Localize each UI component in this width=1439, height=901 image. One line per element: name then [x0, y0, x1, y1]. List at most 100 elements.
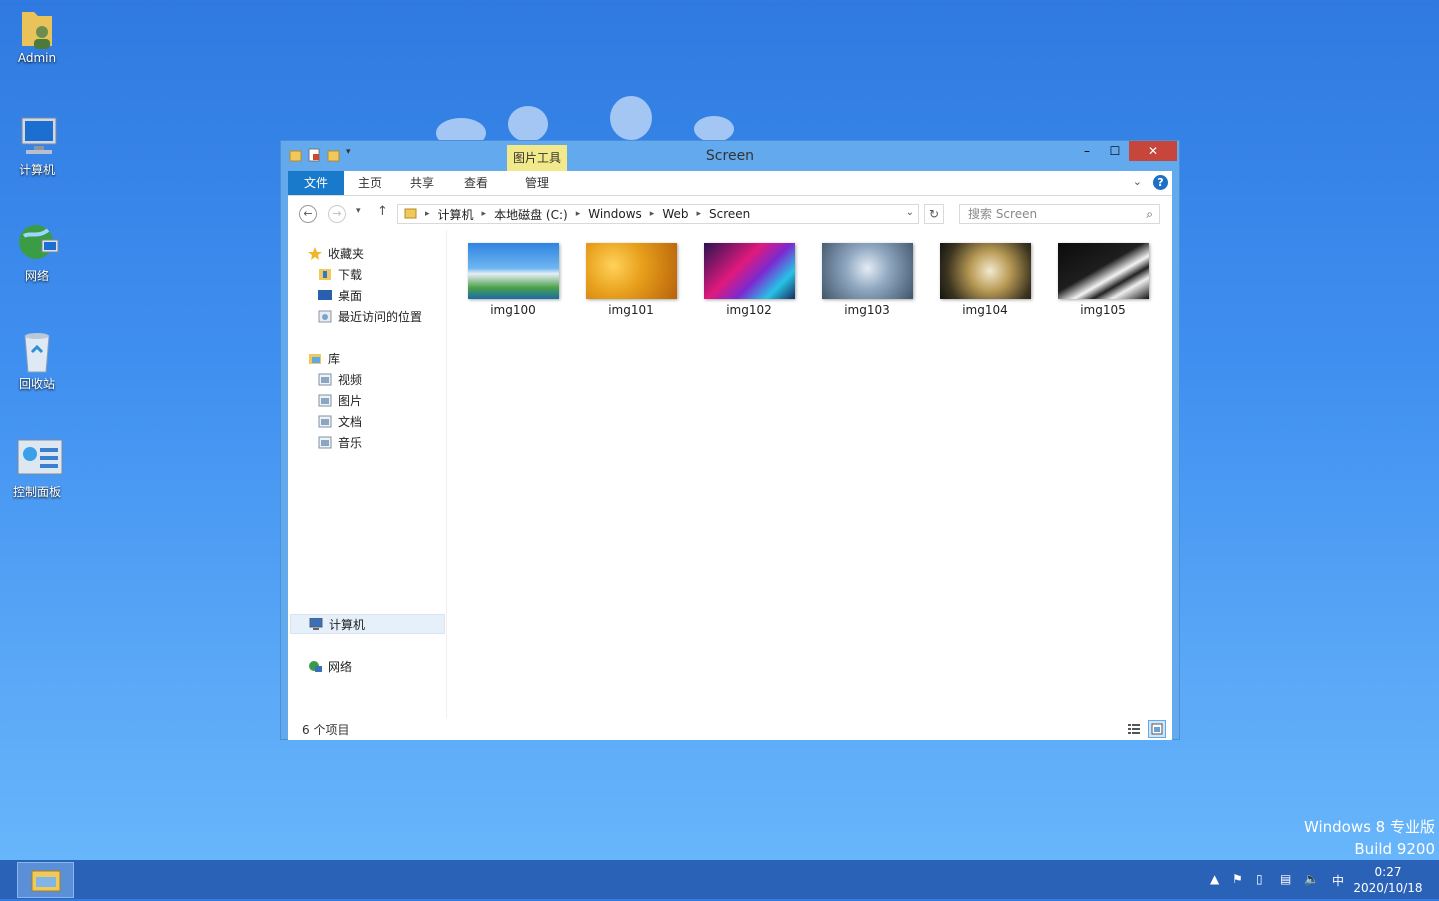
- file-item-img104[interactable]: img104: [935, 243, 1035, 317]
- chevron-down-icon[interactable]: ⌄: [906, 207, 914, 218]
- image-thumbnail: [703, 243, 795, 299]
- ribbon-tabs: 文件 主页 共享 查看 管理 ⌄ ?: [288, 171, 1172, 196]
- desktop-icon-recycle-bin[interactable]: 回收站: [0, 330, 74, 392]
- nav-item-music[interactable]: 音乐: [318, 432, 362, 452]
- desktop-icon: [318, 289, 332, 301]
- expand-ribbon-icon[interactable]: ⌄: [1133, 175, 1142, 188]
- large-icons-view-icon[interactable]: [1148, 720, 1166, 738]
- chevron-right-icon[interactable]: ▸: [697, 209, 702, 219]
- user-folder-icon: [16, 6, 58, 49]
- recent-locations-icon[interactable]: ▾: [356, 206, 361, 216]
- close-button[interactable]: ✕: [1129, 141, 1177, 161]
- image-thumbnail: [821, 243, 913, 299]
- refresh-button[interactable]: ↻: [924, 204, 944, 224]
- nav-item-pictures[interactable]: 图片: [318, 390, 362, 410]
- chevron-right-icon[interactable]: ▸: [425, 209, 430, 219]
- nav-item-libraries[interactable]: 库: [308, 348, 340, 368]
- power-icon[interactable]: ▯: [1256, 872, 1263, 886]
- file-name: img101: [608, 303, 654, 317]
- breadcrumb-item[interactable]: Screen: [709, 207, 750, 221]
- desktop-icon-label: Admin: [17, 51, 57, 65]
- network-icon: [308, 660, 322, 672]
- file-name: img103: [844, 303, 890, 317]
- volume-icon[interactable]: 🔈: [1304, 872, 1319, 886]
- control-panel-icon: [16, 438, 63, 480]
- documents-library-icon: [318, 415, 332, 428]
- tab-view[interactable]: 查看: [450, 171, 502, 195]
- libraries-folder-icon: [308, 352, 322, 364]
- window-title: Screen: [705, 148, 755, 164]
- nav-item-downloads[interactable]: 下载: [318, 264, 362, 284]
- search-icon[interactable]: ⌕: [1146, 205, 1153, 223]
- details-view-icon[interactable]: [1125, 720, 1143, 738]
- folder-icon: [404, 207, 417, 222]
- wallpaper-petal: [694, 116, 734, 142]
- nav-item-desktop[interactable]: 桌面: [318, 285, 362, 305]
- minimize-button[interactable]: –: [1073, 141, 1101, 161]
- nav-item-recent-places[interactable]: 最近访问的位置: [318, 306, 422, 326]
- title-bar[interactable]: ▾ 图片工具 Screen – ☐ ✕: [281, 141, 1179, 172]
- nav-item-network[interactable]: 网络: [308, 656, 352, 676]
- network-signal-icon[interactable]: ▤: [1280, 872, 1291, 886]
- breadcrumb-item[interactable]: 计算机: [438, 206, 474, 223]
- star-icon: [308, 247, 322, 260]
- show-hidden-icons[interactable]: ▲: [1210, 872, 1219, 886]
- file-item-img103[interactable]: img103: [817, 243, 917, 317]
- downloads-folder-icon: [318, 268, 332, 280]
- desktop-icon-network[interactable]: 网络: [0, 222, 74, 284]
- breadcrumb-item[interactable]: 本地磁盘 (C:): [494, 206, 568, 223]
- status-bar: 6 个项目: [288, 718, 1172, 740]
- os-watermark: Windows 8 专业版 Build 9200: [1303, 818, 1435, 858]
- breadcrumb-item[interactable]: Windows: [588, 207, 642, 221]
- explorer-window: ▾ 图片工具 Screen – ☐ ✕ 文件 主页 共享 查看 管理 ⌄ ? ←…: [280, 140, 1180, 740]
- file-item-img100[interactable]: img100: [463, 243, 563, 317]
- computer-icon: [16, 116, 58, 158]
- tab-home[interactable]: 主页: [344, 171, 396, 195]
- nav-item-favorites[interactable]: 收藏夹: [308, 243, 364, 263]
- forward-button[interactable]: →: [328, 205, 346, 223]
- file-item-img105[interactable]: img105: [1053, 243, 1153, 317]
- file-explorer-icon: [31, 870, 61, 892]
- back-button[interactable]: ←: [299, 205, 317, 223]
- content-area: 收藏夹 下载 桌面 最近访问的位置 库 视频 图片 文档 音乐 计算机 网络 i…: [288, 230, 1172, 718]
- image-thumbnail: [467, 243, 559, 299]
- desktop-icon-label: 网络: [24, 269, 49, 283]
- file-name: img102: [726, 303, 772, 317]
- up-arrow-icon[interactable]: ↑: [377, 204, 388, 219]
- desktop-icon-admin[interactable]: Admin: [0, 6, 74, 65]
- search-placeholder: 搜索 Screen: [968, 207, 1038, 221]
- taskbar-file-explorer-button[interactable]: [17, 862, 74, 898]
- nav-item-computer[interactable]: 计算机: [290, 614, 445, 634]
- desktop-icon-label: 控制面板: [12, 485, 61, 499]
- file-item-img102[interactable]: img102: [699, 243, 799, 317]
- tab-manage[interactable]: 管理: [507, 171, 567, 195]
- search-input[interactable]: 搜索 Screen ⌕: [959, 204, 1160, 224]
- computer-icon: [309, 617, 323, 630]
- help-icon[interactable]: ?: [1153, 175, 1168, 190]
- videos-library-icon: [318, 373, 332, 386]
- chevron-right-icon[interactable]: ▸: [576, 209, 581, 219]
- file-item-img101[interactable]: img101: [581, 243, 681, 317]
- clock-date: 2020/10/18: [1353, 881, 1423, 895]
- clock-time: 0:27: [1374, 865, 1402, 879]
- chevron-right-icon[interactable]: ▸: [482, 209, 487, 219]
- address-bar[interactable]: ▸ 计算机 ▸ 本地磁盘 (C:) ▸ Windows ▸ Web ▸ Scre…: [397, 204, 919, 224]
- breadcrumb-item[interactable]: Web: [662, 207, 688, 221]
- navigation-pane: 收藏夹 下载 桌面 最近访问的位置 库 视频 图片 文档 音乐 计算机 网络: [288, 230, 446, 718]
- desktop-icon-label: 计算机: [18, 163, 55, 177]
- ime-indicator[interactable]: 中: [1332, 872, 1344, 889]
- chevron-right-icon[interactable]: ▸: [650, 209, 655, 219]
- navigation-bar: ← → ▾ ↑ ▸ 计算机 ▸ 本地磁盘 (C:) ▸ Windows ▸ We…: [288, 196, 1172, 230]
- tab-share[interactable]: 共享: [396, 171, 448, 195]
- nav-item-videos[interactable]: 视频: [318, 369, 362, 389]
- maximize-button[interactable]: ☐: [1101, 141, 1129, 161]
- taskbar: ▲ ⚑ ▯ ▤ 🔈 中 0:27 2020/10/18: [0, 860, 1439, 899]
- pane-divider: [446, 230, 447, 718]
- nav-item-documents[interactable]: 文档: [318, 411, 362, 431]
- desktop-icon-control-panel[interactable]: 控制面板: [0, 438, 74, 500]
- action-center-flag-icon[interactable]: ⚑: [1232, 872, 1243, 886]
- tab-file[interactable]: 文件: [288, 171, 344, 195]
- desktop-icon-computer[interactable]: 计算机: [0, 116, 74, 178]
- taskbar-clock[interactable]: 0:27 2020/10/18: [1348, 864, 1428, 896]
- recycle-bin-icon: [16, 330, 58, 373]
